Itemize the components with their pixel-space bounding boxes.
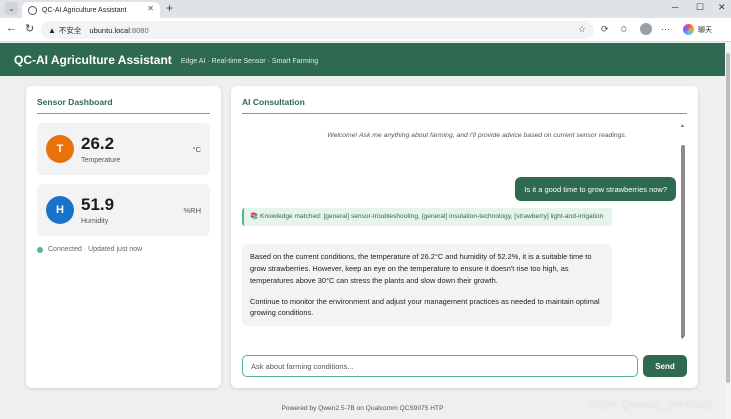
warning-icon[interactable]: ▲: [48, 26, 56, 35]
chat-input[interactable]: [242, 355, 638, 377]
app-subtitle: Edge AI · Real-time Sensor · Smart Farmi…: [180, 57, 319, 65]
browser-tab[interactable]: QC-AI Agriculture Assistant ✕: [22, 2, 160, 18]
temperature-card: T 26.2 Temperature °C: [37, 123, 210, 175]
temperature-icon: T: [46, 135, 74, 163]
more-icon[interactable]: ⋯: [661, 24, 670, 35]
back-icon[interactable]: ←: [6, 22, 17, 34]
extensions-icon[interactable]: ⟳: [601, 24, 609, 35]
close-window-icon[interactable]: ✕: [718, 2, 726, 13]
ai-reply: Based on the current conditions, the tem…: [242, 244, 612, 327]
profile-avatar[interactable]: [640, 23, 652, 35]
url-host: ubuntu.local: [89, 25, 130, 35]
status-text: Connected · Updated just now: [48, 246, 143, 253]
scroll-down-icon[interactable]: ▼: [680, 335, 685, 341]
humidity-label: Humidity: [81, 218, 109, 225]
watermark: CSDN @weixin_38498942: [587, 399, 713, 411]
url-port: :8080: [129, 25, 149, 35]
temperature-unit: °C: [192, 145, 201, 154]
humidity-value: 51.9: [81, 195, 115, 214]
welcome-message: Welcome! Ask me anything about farming, …: [327, 132, 627, 139]
sensor-dashboard-panel: Sensor Dashboard T 26.2 Temperature °C H…: [26, 86, 221, 388]
connection-status: Connected · Updated just now: [37, 246, 142, 253]
new-tab-button[interactable]: +: [166, 1, 173, 15]
page-scrollbar[interactable]: [725, 43, 731, 419]
ai-consultation-panel: AI Consultation Welcome! Ask me anything…: [231, 86, 698, 388]
bookmark-star-icon[interactable]: ☆: [578, 24, 586, 35]
insecure-label[interactable]: 不安全: [59, 25, 82, 36]
divider: [242, 113, 687, 114]
copilot-icon[interactable]: [683, 24, 694, 35]
chat-scrollbar[interactable]: ▲ ▼: [680, 121, 686, 343]
ai-reply-paragraph: Continue to monitor the environment and …: [250, 296, 600, 318]
page-scrollbar-thumb[interactable]: [726, 53, 730, 383]
humidity-unit: %RH: [183, 206, 201, 215]
temperature-value: 26.2: [81, 134, 115, 153]
sensor-panel-title: Sensor Dashboard: [37, 97, 113, 107]
temperature-label: Temperature: [81, 157, 121, 164]
tab-list-button[interactable]: ⌄: [5, 2, 18, 15]
user-message: Is it a good time to grow strawberries n…: [515, 177, 676, 201]
chat-scrollbar-thumb[interactable]: [681, 145, 685, 337]
tab-title: QC-AI Agriculture Assistant: [42, 6, 127, 14]
knowledge-match-note: 📚 Knowledge matched: [general] sensor-tr…: [242, 208, 612, 226]
humidity-icon: H: [46, 196, 74, 224]
globe-icon: [28, 5, 37, 15]
browser-tab-bar: ⌄ QC-AI Agriculture Assistant ✕ + ─ ☐ ✕: [0, 0, 731, 18]
favorites-icon[interactable]: ✩: [620, 24, 628, 35]
ai-reply-paragraph: Based on the current conditions, the tem…: [250, 252, 592, 285]
status-dot-icon: [37, 246, 43, 253]
app-header: QC-AI Agriculture Assistant Edge AI · Re…: [0, 43, 725, 76]
app-title: QC-AI Agriculture Assistant: [14, 52, 172, 67]
url-field[interactable]: ▲ 不安全 ubuntu.local:8080 ☆: [41, 21, 594, 39]
ai-panel-title: AI Consultation: [242, 97, 305, 107]
address-bar: ← ↻ ▲ 不安全 ubuntu.local:8080 ☆ ⟳ ✩ ⋯ 聊天: [0, 18, 731, 42]
divider: [37, 113, 210, 114]
minimize-icon[interactable]: ─: [672, 2, 678, 12]
send-button[interactable]: Send: [643, 355, 687, 377]
reload-icon[interactable]: ↻: [25, 22, 34, 35]
chat-messages[interactable]: Welcome! Ask me anything about farming, …: [242, 121, 686, 343]
humidity-card: H 51.9 Humidity %RH: [37, 184, 210, 236]
chevron-down-icon: ⌄: [8, 4, 15, 13]
scroll-up-icon[interactable]: ▲: [680, 123, 685, 129]
copilot-label[interactable]: 聊天: [698, 25, 712, 35]
close-tab-icon[interactable]: ✕: [147, 4, 154, 13]
maximize-icon[interactable]: ☐: [696, 2, 704, 13]
